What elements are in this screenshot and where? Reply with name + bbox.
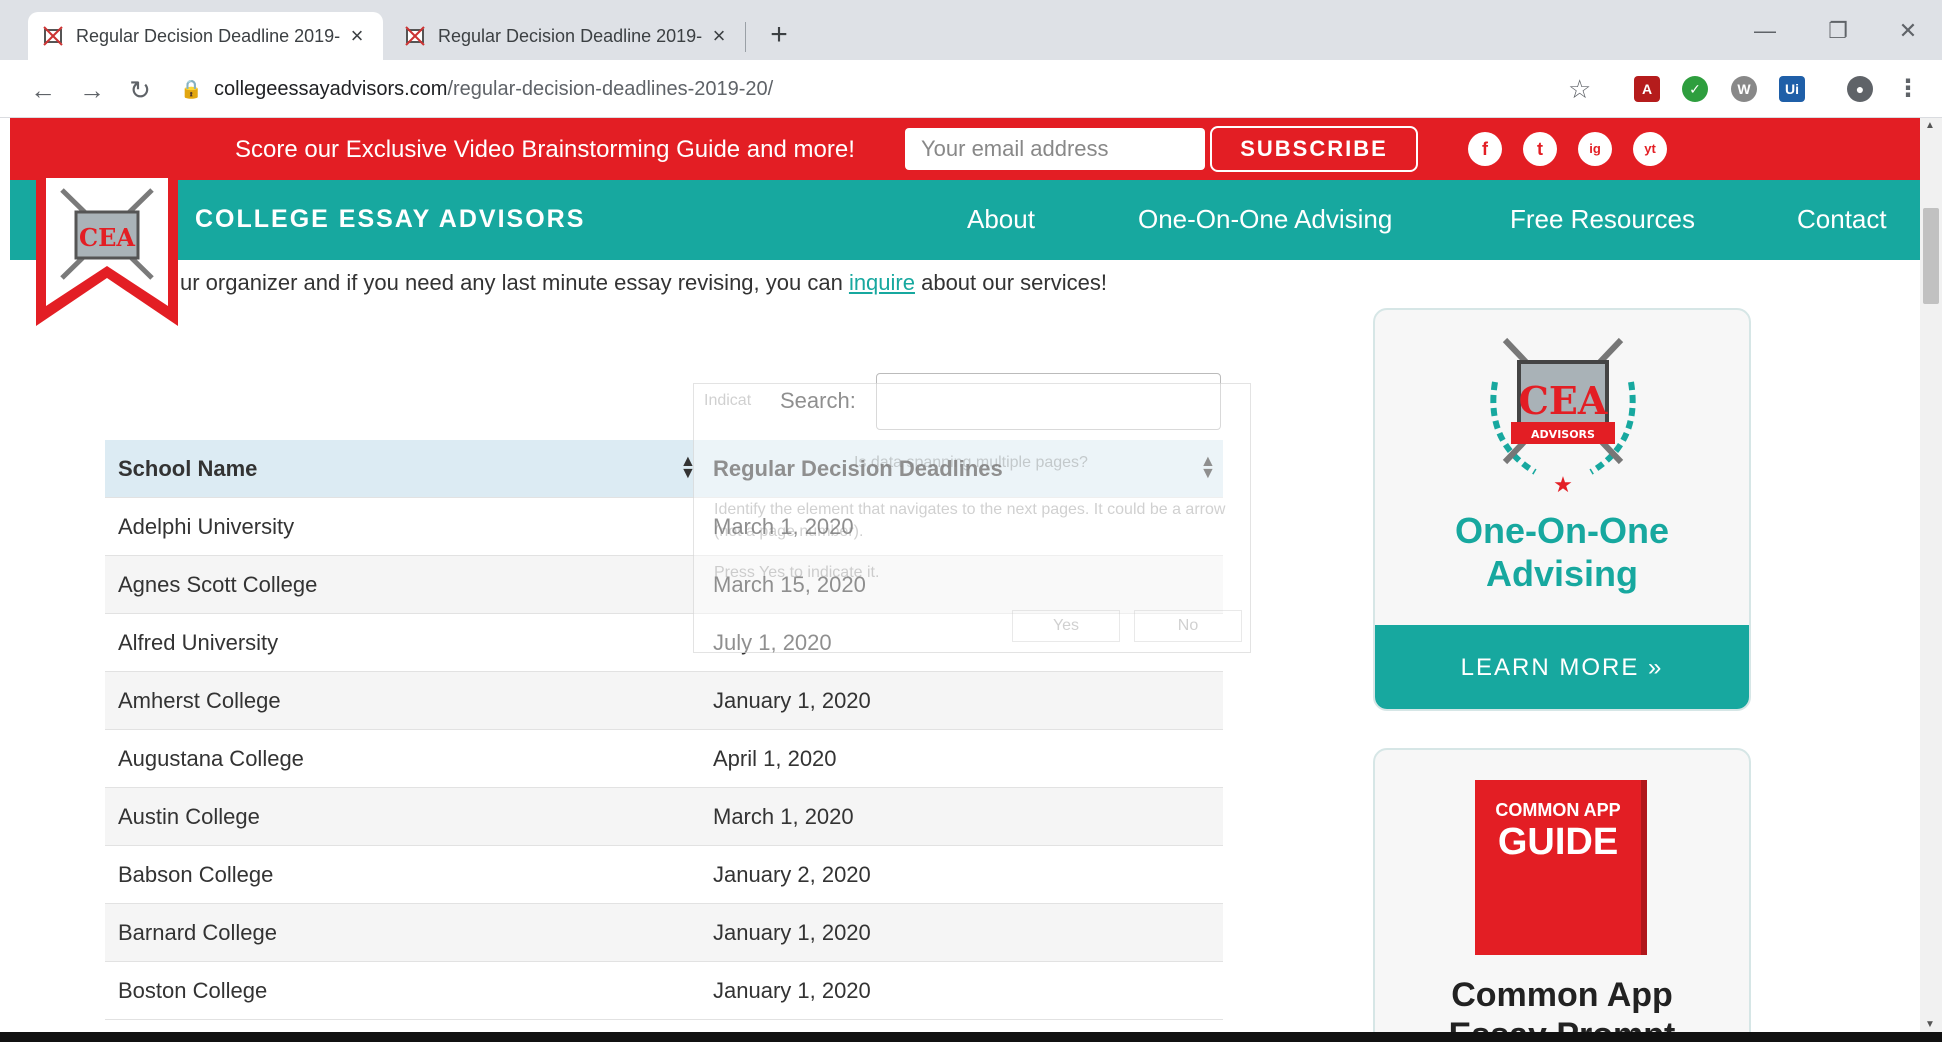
advising-title-line1: One-On-One <box>1455 510 1669 551</box>
badge-ribbon-text: ADVISORS <box>1531 428 1595 441</box>
tab-separator <box>745 22 746 52</box>
menu-icon[interactable]: ⋮ <box>1895 76 1921 102</box>
school-name-cell: Austin College <box>118 804 260 829</box>
table-row: Babson College January 2, 2020 <box>105 846 1223 904</box>
taskbar <box>0 1032 1942 1042</box>
deadline-cell: January 1, 2020 <box>713 920 871 945</box>
dialog-hint: Press Yes to indicate it. <box>714 564 880 581</box>
restore-button[interactable]: ❐ <box>1818 18 1858 48</box>
tab-close-icon[interactable]: × <box>707 23 731 49</box>
scroll-up-icon[interactable]: ▲ <box>1925 120 1935 131</box>
url-path: /regular-decision-deadlines-2019-20/ <box>447 77 774 100</box>
book-line2: GUIDE <box>1497 821 1619 863</box>
school-name-cell: Amherst College <box>118 688 281 713</box>
nav-about[interactable]: About <box>967 204 1035 235</box>
nav-one-on-one-advising[interactable]: One-On-One Advising <box>1138 204 1392 235</box>
learn-more-button[interactable]: LEARN MORE » <box>1375 625 1749 709</box>
intro-paragraph: ur organizer and if you need any last mi… <box>105 266 1145 299</box>
address-bar[interactable]: 🔒 collegeessayadvisors.com/regular-decis… <box>180 69 1580 109</box>
table-row: Amherst College January 1, 2020 <box>105 672 1223 730</box>
tab-strip: Regular Decision Deadline 2019- × Regula… <box>0 0 1942 60</box>
subscribe-button[interactable]: SUBSCRIBE <box>1210 126 1418 172</box>
cea-favicon-icon <box>404 25 426 47</box>
table-row: Barnard College January 1, 2020 <box>105 904 1223 962</box>
scroll-thumb[interactable] <box>1923 208 1939 304</box>
intro-text: ur organizer and if you need any last mi… <box>180 270 849 295</box>
school-name-cell: Alfred University <box>118 630 279 655</box>
common-app-title: Common App Essay Prompt <box>1375 975 1749 1032</box>
cea-favicon-icon <box>42 25 64 47</box>
school-name-cell: Augustana College <box>118 746 304 771</box>
advising-card[interactable]: CEA ADVISORS ★ One-On-One Advising LEARN… <box>1373 308 1751 711</box>
scroll-down-icon[interactable]: ▼ <box>1925 1019 1935 1030</box>
inquire-link[interactable]: inquire <box>849 270 915 295</box>
school-name-cell: Agnes Scott College <box>118 572 318 597</box>
tab-close-icon[interactable]: × <box>345 23 369 49</box>
table-row: Augustana College April 1, 2020 <box>105 730 1223 788</box>
reload-button[interactable]: ↻ <box>122 72 158 108</box>
tab-active[interactable]: Regular Decision Deadline 2019- × <box>28 12 383 60</box>
browser-toolbar: ← → ↻ 🔒 collegeessayadvisors.com/regular… <box>0 60 1942 118</box>
deadline-cell: January 1, 2020 <box>713 978 871 1003</box>
pdf-extension-icon[interactable]: A <box>1634 76 1660 102</box>
yes-button[interactable]: Yes <box>1012 610 1120 642</box>
dialog-body: Identify the element that navigates to t… <box>714 501 1226 540</box>
new-tab-button[interactable]: + <box>762 18 796 52</box>
scrollbar[interactable]: ▲ ▼ <box>1920 118 1942 1032</box>
school-name-cell: Babson College <box>118 862 274 887</box>
promo-bar: Score our Exclusive Video Brainstorming … <box>10 118 1930 180</box>
deadline-cell: March 1, 2020 <box>713 804 854 829</box>
cea-logo[interactable]: CEA <box>32 178 182 328</box>
dialog-title: Indicat <box>704 392 752 409</box>
nav-contact[interactable]: Contact <box>1797 204 1887 235</box>
check-extension-icon[interactable]: ✓ <box>1682 76 1708 102</box>
table-row: Boston College January 1, 2020 <box>105 962 1223 1020</box>
tab-title: Regular Decision Deadline 2019- <box>438 25 703 46</box>
email-field[interactable] <box>905 128 1205 170</box>
dialog-question: Is data spanning multiple pages? <box>854 454 1088 471</box>
promo-text: Score our Exclusive Video Brainstorming … <box>235 136 855 163</box>
tab-inactive[interactable]: Regular Decision Deadline 2019- × <box>390 12 745 60</box>
intro-text-end: about our services! <box>914 270 1107 295</box>
minimize-button[interactable]: — <box>1745 18 1785 48</box>
facebook-icon[interactable]: f <box>1468 132 1502 166</box>
twitter-icon[interactable]: t <box>1523 132 1557 166</box>
profile-icon[interactable]: ● <box>1847 76 1873 102</box>
close-window-button[interactable]: ✕ <box>1888 18 1928 48</box>
guide-book-image: COMMON APP GUIDE <box>1475 780 1647 955</box>
school-name-cell: Adelphi University <box>118 514 295 539</box>
book-line1: COMMON APP <box>1495 800 1621 820</box>
back-button[interactable]: ← <box>25 72 61 108</box>
advising-title-line2: Advising <box>1485 553 1638 594</box>
w-extension-icon[interactable]: W <box>1731 76 1757 102</box>
forward-button[interactable]: → <box>74 72 110 108</box>
common-app-guide-card[interactable]: COMMON APP GUIDE Common App Essay Prompt <box>1373 748 1751 1032</box>
logo-text: CEA <box>79 223 135 252</box>
school-name-cell: Boston College <box>118 978 268 1003</box>
youtube-icon[interactable]: yt <box>1633 132 1667 166</box>
star-icon: ★ <box>1553 472 1573 497</box>
lock-icon: 🔒 <box>180 78 203 99</box>
deadline-cell: April 1, 2020 <box>713 746 837 771</box>
deadline-cell: January 2, 2020 <box>713 862 871 887</box>
main-navbar: COLLEGE ESSAY ADVISORS About One-On-One … <box>10 180 1930 260</box>
instagram-icon[interactable]: ig <box>1578 132 1612 166</box>
url-host: collegeessayadvisors.com <box>214 77 448 100</box>
cea-advisors-badge: CEA ADVISORS ★ <box>1475 332 1651 507</box>
header-school-name[interactable]: School Name <box>118 456 257 482</box>
tab-title: Regular Decision Deadline 2019- <box>76 25 341 46</box>
table-row: Austin College March 1, 2020 <box>105 788 1223 846</box>
common-app-title-line1: Common App <box>1451 976 1673 1014</box>
deadline-cell: January 1, 2020 <box>713 688 871 713</box>
bookmark-star-icon[interactable]: ☆ <box>1568 74 1591 105</box>
no-button[interactable]: No <box>1134 610 1242 642</box>
ui-extension-icon[interactable]: Ui <box>1779 76 1805 102</box>
brand-name[interactable]: COLLEGE ESSAY ADVISORS <box>195 205 585 234</box>
common-app-title-line2: Essay Prompt <box>1375 1015 1749 1032</box>
school-name-cell: Barnard College <box>118 920 277 945</box>
indicate-dialog: Indicat Is data spanning multiple pages?… <box>693 383 1251 653</box>
badge-text: CEA <box>1519 378 1608 423</box>
web-page: Score our Exclusive Video Brainstorming … <box>10 118 1930 1032</box>
nav-free-resources[interactable]: Free Resources <box>1510 204 1695 235</box>
